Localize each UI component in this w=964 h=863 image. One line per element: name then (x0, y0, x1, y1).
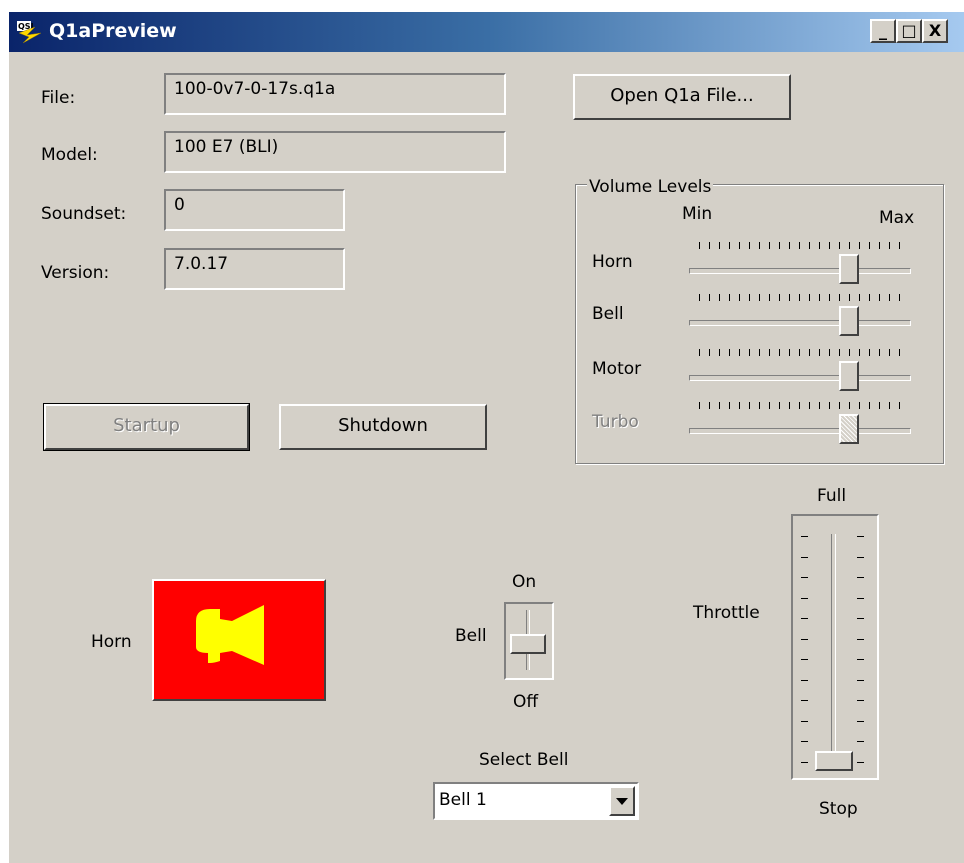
file-label: File: (41, 88, 76, 108)
volume-slider-horn[interactable] (839, 254, 859, 284)
volume-track-turbo (689, 428, 911, 434)
throttle-label: Throttle (693, 603, 760, 623)
throttle-tick (857, 659, 864, 660)
select-bell-value: Bell 1 (439, 790, 487, 810)
throttle-tick (857, 536, 864, 537)
maximize-button[interactable]: □ (896, 19, 922, 43)
throttle-stop-label: Stop (819, 799, 858, 819)
volume-track-bell (689, 320, 911, 326)
bell-off-label: Off (513, 692, 539, 712)
shutdown-button[interactable]: Shutdown (279, 404, 487, 450)
select-bell-dropdown[interactable]: Bell 1 (433, 782, 639, 820)
model-field[interactable]: 100 E7 (BLI) (164, 131, 506, 173)
throttle-tick (801, 577, 808, 578)
volume-slider-bell[interactable] (839, 306, 859, 336)
volume-slider-motor[interactable] (839, 361, 859, 391)
title-bar[interactable]: QSI Q1aPreview _ □ X (9, 12, 964, 52)
horn-icon (196, 605, 264, 665)
throttle-tick (801, 597, 808, 599)
volume-ticks-horn (699, 242, 900, 250)
throttle-tick (857, 741, 864, 742)
throttle-tick (857, 577, 864, 578)
throttle-tick (857, 720, 864, 722)
volume-label-turbo: Turbo (592, 412, 639, 432)
main-window: QSI Q1aPreview _ □ X File: 100-0v7-0-17s… (7, 10, 964, 863)
throttle-tick (801, 659, 808, 660)
throttle-full-label: Full (817, 486, 847, 506)
window-title: Q1aPreview (49, 20, 177, 42)
volume-ticks-bell (699, 294, 900, 302)
throttle-thumb[interactable] (815, 751, 853, 771)
minimize-button[interactable]: _ (870, 19, 896, 43)
throttle-tick (801, 741, 808, 742)
open-file-button[interactable]: Open Q1a File... (573, 74, 791, 120)
bell-switch-thumb[interactable] (510, 634, 546, 654)
throttle-tick (857, 618, 864, 619)
soundset-label: Soundset: (41, 204, 127, 224)
throttle-tick (801, 679, 808, 681)
throttle-tick (801, 720, 808, 722)
volume-ticks-motor (699, 349, 900, 357)
throttle-tick (801, 556, 808, 558)
throttle-tick (801, 536, 808, 537)
throttle-ticks-right (857, 536, 865, 766)
dropdown-arrow-icon[interactable] (609, 786, 635, 816)
volume-slider-turbo (839, 414, 859, 444)
throttle-tick (857, 679, 864, 681)
file-field[interactable]: 100-0v7-0-17s.q1a (164, 73, 506, 115)
throttle-slider[interactable] (791, 514, 879, 780)
throttle-tick (801, 761, 808, 763)
volume-label-motor: Motor (592, 359, 642, 379)
startup-button[interactable]: Startup (43, 403, 250, 451)
throttle-tick (801, 700, 808, 701)
throttle-tick (801, 618, 808, 619)
close-button[interactable]: X (922, 19, 948, 43)
bell-label: Bell (455, 626, 487, 646)
bell-switch[interactable] (504, 602, 554, 680)
volume-label-bell: Bell (592, 304, 624, 324)
throttle-tick (857, 556, 864, 558)
select-bell-label: Select Bell (479, 750, 569, 770)
horn-button[interactable] (152, 579, 326, 701)
volume-levels-title: Volume Levels (587, 177, 714, 197)
volume-track-horn (689, 268, 911, 274)
horn-label: Horn (91, 632, 132, 652)
throttle-track (831, 534, 836, 768)
throttle-tick (857, 761, 864, 763)
volume-track-motor (689, 375, 911, 381)
version-label: Version: (41, 263, 110, 283)
throttle-ticks-left (801, 536, 809, 766)
app-icon: QSI (17, 21, 42, 44)
volume-ticks-turbo (699, 402, 900, 410)
model-label: Model: (41, 145, 98, 165)
throttle-tick (857, 638, 864, 640)
soundset-field[interactable]: 0 (164, 189, 345, 231)
bell-on-label: On (512, 572, 537, 592)
max-label: Max (879, 208, 915, 228)
volume-label-horn: Horn (592, 252, 633, 272)
throttle-tick (857, 597, 864, 599)
version-field[interactable]: 7.0.17 (164, 248, 345, 290)
min-label: Min (682, 204, 713, 224)
throttle-tick (857, 700, 864, 701)
throttle-tick (801, 638, 808, 640)
